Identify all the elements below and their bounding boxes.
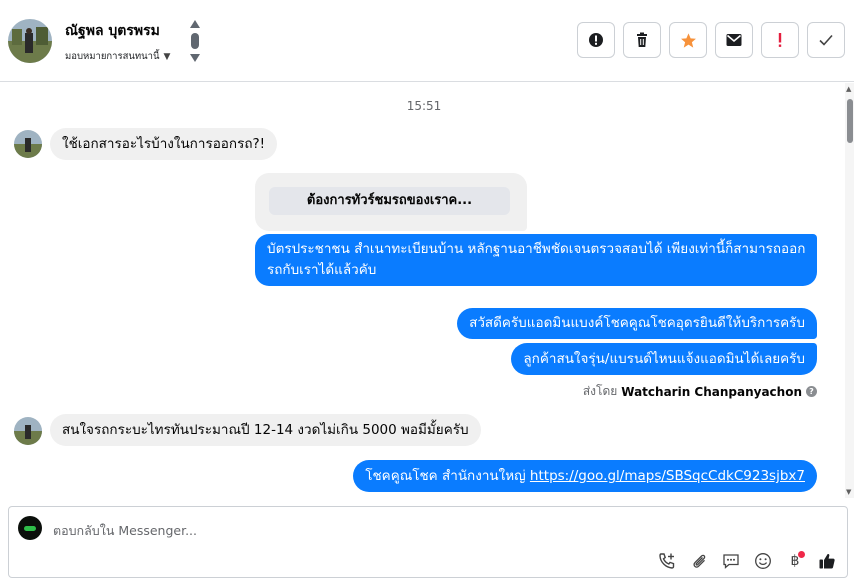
- sent-by-label: ส่งโดย Watcharin Chanpanyachon ?: [583, 382, 817, 401]
- star-button[interactable]: [669, 22, 707, 58]
- sender-avatar[interactable]: [14, 417, 42, 445]
- incoming-message[interactable]: สนใจรถกระบะไทรทันประมาณปี 12-14 งวดไม่เก…: [50, 414, 481, 446]
- sender-avatar[interactable]: [14, 130, 42, 158]
- template-card: ต้องการทัวร์ชมรถของเราค...: [255, 173, 527, 231]
- scroll-thumb[interactable]: [847, 99, 853, 143]
- map-link[interactable]: https://goo.gl/maps/SBSqcCdkC923sjbx7: [530, 468, 805, 484]
- outgoing-message[interactable]: โชคคูณโชค สำนักงานใหญ่ https://goo.gl/ma…: [353, 460, 817, 492]
- envelope-icon: [726, 34, 742, 46]
- emoji-icon[interactable]: [753, 551, 773, 571]
- page-avatar: [18, 516, 42, 540]
- arrow-up-icon: [190, 20, 200, 28]
- help-icon[interactable]: ?: [806, 386, 817, 397]
- outgoing-message[interactable]: สวัสดีครับแอดมินแบงค์โชคคูณโชคอุดรยินดีใ…: [457, 308, 817, 339]
- tour-request-button[interactable]: ต้องการทัวร์ชมรถของเราค...: [269, 187, 510, 215]
- nav-handle-icon: [191, 33, 199, 49]
- trash-icon: [637, 32, 647, 47]
- check-icon: [819, 34, 833, 46]
- mark-done-button[interactable]: [807, 22, 845, 58]
- conversation-header: ณัฐพล บุตรพรม มอบหมายการสนทนานี้ ▼: [0, 0, 854, 82]
- message-text: โชคคูณโชค สำนักงานใหญ่: [365, 468, 530, 484]
- mark-unread-button[interactable]: [715, 22, 753, 58]
- notification-dot: [798, 551, 805, 558]
- scroll-up-icon[interactable]: ▲: [846, 85, 851, 93]
- composer-toolbar: ฿: [657, 551, 837, 571]
- star-icon: [680, 32, 696, 48]
- outgoing-message[interactable]: ลูกค้าสนใจรุ่น/แบรนด์ไหนแจ้งแอดมินได้เลย…: [511, 343, 817, 375]
- reply-composer[interactable]: ตอบกลับใน Messenger... ฿: [8, 506, 848, 578]
- caret-down-icon: ▼: [163, 51, 171, 62]
- thumbs-up-icon[interactable]: [817, 551, 837, 571]
- mark-spam-button[interactable]: [577, 22, 615, 58]
- message-line: รถกับเราได้แล้วคับ: [267, 262, 377, 278]
- exclamation-icon: [778, 33, 782, 47]
- header-actions: [577, 22, 845, 58]
- alert-circle-icon: [589, 33, 603, 47]
- contact-name: ณัฐพล บุตรพรม: [65, 23, 160, 39]
- paperclip-icon[interactable]: [689, 551, 709, 571]
- reply-input[interactable]: ตอบกลับใน Messenger...: [53, 521, 197, 541]
- arrow-down-icon: [190, 54, 200, 62]
- incoming-message[interactable]: ใช้เอกสารอะไรบ้างในการออกรถ?!: [50, 128, 278, 160]
- assign-label: มอบหมายการสนทนานี้: [65, 51, 160, 62]
- outgoing-message[interactable]: บัตรประชาชน สำเนาทะเบียนบ้าน หลักฐานอาชี…: [255, 234, 817, 286]
- sent-by-name: Watcharin Chanpanyachon: [621, 384, 802, 399]
- phone-plus-icon[interactable]: [657, 551, 677, 571]
- scroll-down-icon[interactable]: ▼: [846, 488, 851, 496]
- message-timestamp: 15:51: [406, 99, 442, 113]
- mark-important-button[interactable]: [761, 22, 799, 58]
- assign-conversation-dropdown[interactable]: มอบหมายการสนทนานี้ ▼: [65, 49, 170, 64]
- delete-button[interactable]: [623, 22, 661, 58]
- contact-avatar[interactable]: [8, 19, 52, 63]
- message-thread[interactable]: 15:51 ใช้เอกสารอะไรบ้างในการออกรถ?! ต้อง…: [0, 83, 845, 498]
- message-line: บัตรประชาชน สำเนาทะเบียนบ้าน หลักฐานอาชี…: [267, 241, 806, 257]
- conversation-nav[interactable]: [188, 18, 202, 64]
- sent-by-prefix: ส่งโดย: [582, 384, 618, 398]
- baht-payment-icon[interactable]: ฿: [785, 551, 805, 571]
- message-template-icon[interactable]: [721, 551, 741, 571]
- thread-scrollbar[interactable]: ▲ ▼: [845, 83, 854, 498]
